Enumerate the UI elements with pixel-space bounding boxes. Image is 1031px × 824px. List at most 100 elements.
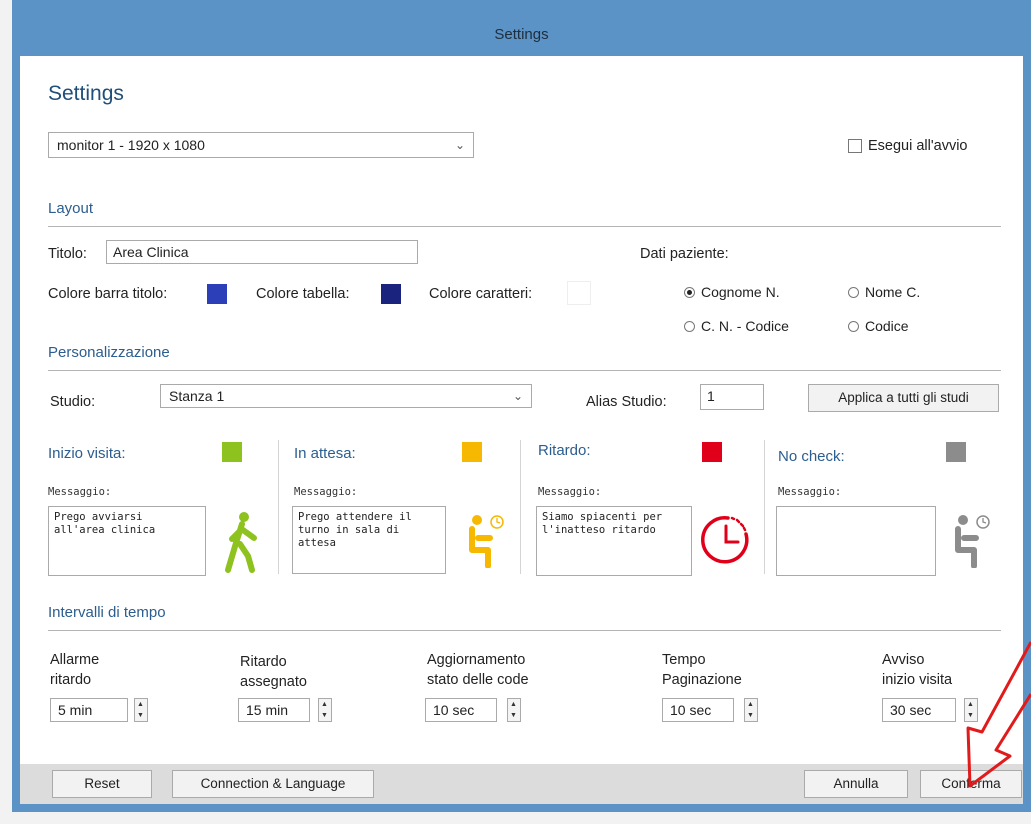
section-layout: Layout — [48, 200, 94, 217]
message-textarea-nocheck[interactable] — [776, 506, 936, 576]
interval-label: Allarme ritardo — [50, 650, 99, 690]
message-label: Messaggio: — [538, 486, 602, 498]
message-line: Prego attendere il — [298, 511, 412, 523]
state-title-ritardo: Ritardo: — [538, 442, 591, 459]
message-line: Siamo spiacenti per — [542, 511, 663, 523]
interval-label-line: Tempo — [662, 652, 706, 668]
arrow-up-icon[interactable]: ▲ — [747, 701, 754, 708]
arrow-down-icon[interactable]: ▼ — [510, 712, 517, 719]
message-textarea-ritardo[interactable]: Siamo spiacenti per l'inatteso ritardo — [536, 506, 692, 576]
state-color-swatch[interactable] — [702, 442, 722, 462]
title-input[interactable]: Area Clinica — [106, 240, 418, 264]
table-color-swatch[interactable] — [381, 284, 401, 304]
interval-value[interactable]: 10 sec — [662, 698, 734, 722]
section-divider — [48, 630, 1001, 631]
radio-cn-codice[interactable]: C. N. - Codice — [684, 318, 789, 334]
state-color-swatch[interactable] — [946, 442, 966, 462]
column-divider — [278, 440, 279, 574]
cancel-button[interactable]: Annulla — [804, 770, 908, 798]
reset-button[interactable]: Reset — [52, 770, 152, 798]
arrow-down-icon[interactable]: ▼ — [747, 712, 754, 719]
stepper-arrows[interactable]: ▲ ▼ — [134, 698, 148, 722]
interval-value[interactable]: 30 sec — [882, 698, 956, 722]
interval-label-line: inizio visita — [882, 672, 953, 688]
settings-panel: Settings monitor 1 - 1920 x 1080 ⌄ Esegu… — [20, 56, 1023, 804]
footer-bar: Reset Connection & Language Annulla Conf… — [20, 764, 1023, 804]
table-color-label: Colore tabella: — [256, 286, 350, 302]
studio-label: Studio: — [50, 394, 96, 410]
radio-nome[interactable]: Nome C. — [848, 284, 920, 300]
chevron-down-icon: ⌄ — [512, 389, 523, 403]
message-label: Messaggio: — [48, 486, 112, 498]
interval-label-line: assegnato — [240, 674, 307, 690]
stepper-arrows[interactable]: ▲ ▼ — [744, 698, 758, 722]
interval-label: Tempo Paginazione — [662, 650, 742, 690]
autostart-label: Esegui all'avvio — [868, 138, 968, 154]
message-line: all'area clinica — [54, 524, 156, 536]
arrow-down-icon[interactable]: ▼ — [137, 712, 144, 719]
checkbox-box[interactable] — [848, 139, 862, 153]
seated-waiting-icon — [469, 515, 504, 568]
settings-window: Settings Settings monitor 1 - 1920 x 108… — [12, 0, 1031, 812]
arrow-down-icon[interactable]: ▼ — [321, 712, 328, 719]
apply-all-studios-button[interactable]: Applica a tutti gli studi — [808, 384, 999, 412]
radio-label: Nome C. — [865, 284, 921, 300]
autostart-checkbox[interactable]: Esegui all'avvio — [848, 138, 968, 154]
window-title: Settings — [494, 26, 549, 43]
interval-label: Ritardo assegnato — [240, 652, 307, 692]
state-color-swatch[interactable] — [222, 442, 242, 462]
text-color-swatch[interactable] — [567, 281, 591, 305]
connection-language-button[interactable]: Connection & Language — [172, 770, 374, 798]
radio-label: C. N. - Codice — [701, 318, 789, 334]
stepper-arrows[interactable]: ▲ ▼ — [318, 698, 332, 722]
studio-select[interactable]: Stanza 1 ⌄ — [160, 384, 532, 408]
chevron-down-icon: ⌄ — [454, 138, 465, 152]
message-textarea-inizio[interactable]: Prego avviarsi all'area clinica — [48, 506, 206, 576]
interval-label: Aggiornamento stato delle code — [427, 650, 529, 690]
section-intervals: Intervalli di tempo — [48, 604, 166, 621]
state-title-nocheck: No check: — [778, 448, 845, 465]
page-title: Settings — [48, 82, 124, 105]
monitor-select[interactable]: monitor 1 - 1920 x 1080 ⌄ — [48, 132, 474, 158]
alias-input[interactable]: 1 — [700, 384, 764, 410]
interval-label: Avviso inizio visita — [882, 650, 952, 690]
section-divider — [48, 370, 1001, 371]
interval-label-line: Avviso — [882, 652, 925, 668]
radio-label: Codice — [865, 318, 909, 334]
radio-label: Cognome N. — [701, 284, 780, 300]
interval-label-line: stato delle code — [427, 672, 529, 688]
arrow-up-icon[interactable]: ▲ — [137, 701, 144, 708]
radio-icon[interactable] — [848, 320, 859, 332]
walking-person-icon — [225, 512, 257, 573]
stepper-arrows[interactable]: ▲ ▼ — [507, 698, 521, 722]
interval-label-line: ritardo — [50, 672, 92, 688]
message-label: Messaggio: — [294, 486, 358, 498]
seated-waiting-gray-icon — [955, 515, 990, 568]
arrow-up-icon[interactable]: ▲ — [321, 701, 328, 708]
arrow-up-icon[interactable]: ▲ — [510, 701, 517, 708]
interval-value[interactable]: 5 min — [50, 698, 128, 722]
title-bar[interactable]: Settings — [12, 0, 1031, 58]
state-color-swatch[interactable] — [462, 442, 482, 462]
section-divider — [48, 226, 1001, 227]
radio-cognome[interactable]: Cognome N. — [684, 284, 780, 300]
message-line: Prego avviarsi — [54, 511, 143, 523]
interval-value[interactable]: 15 min — [238, 698, 310, 722]
radio-icon[interactable] — [684, 320, 695, 332]
interval-label-line: Aggiornamento — [427, 652, 526, 668]
title-bar-color-swatch[interactable] — [207, 284, 227, 304]
column-divider — [764, 440, 765, 574]
patient-data-label: Dati paziente: — [640, 246, 729, 262]
radio-codice[interactable]: Codice — [848, 318, 909, 334]
alias-label: Alias Studio: — [586, 394, 667, 410]
state-title-inizio: Inizio visita: — [48, 445, 126, 462]
monitor-select-value: monitor 1 - 1920 x 1080 — [57, 137, 205, 153]
interval-value[interactable]: 10 sec — [425, 698, 497, 722]
interval-label-line: Ritardo — [240, 654, 287, 670]
radio-selected-icon[interactable] — [684, 286, 695, 298]
title-bar-color-label: Colore barra titolo: — [48, 286, 168, 302]
message-textarea-attesa[interactable]: Prego attendere il turno in sala di atte… — [292, 506, 446, 574]
interval-label-line: Allarme — [50, 652, 100, 668]
radio-icon[interactable] — [848, 286, 859, 298]
section-custom: Personalizzazione — [48, 344, 170, 361]
